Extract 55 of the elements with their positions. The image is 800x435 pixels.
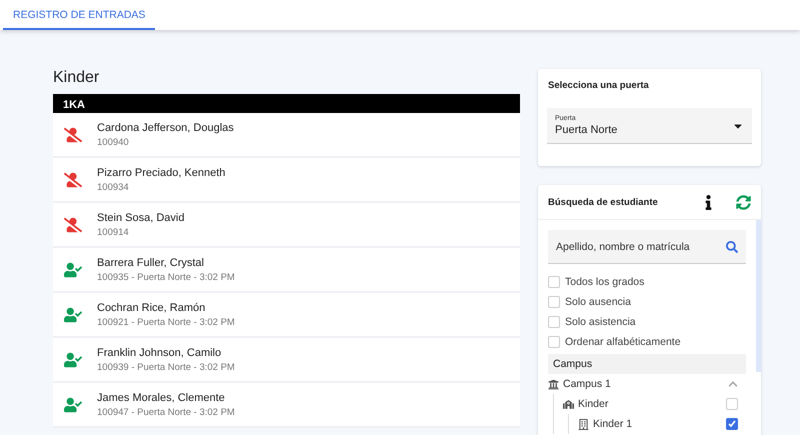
card-title: Selecciona una puerta	[547, 80, 650, 91]
student-detail: 100940	[97, 136, 130, 148]
student-row[interactable]: Stein Sosa, David 100914	[53, 203, 520, 248]
checkbox-label[interactable]: Solo asistencia	[565, 316, 636, 328]
user-check-icon	[64, 260, 82, 278]
user-check-icon	[64, 306, 82, 324]
collapse-icon[interactable]	[728, 379, 738, 389]
tree-item-label[interactable]: Kinder 1	[593, 418, 722, 430]
school-building-icon	[563, 398, 574, 410]
card-title: Búsqueda de estudiante	[548, 196, 659, 208]
student-detail: 100935 - Puerta Norte - 3:02 PM	[97, 272, 235, 282]
student-detail: 100914	[97, 226, 130, 238]
student-name: Stein Sosa, David	[97, 212, 184, 224]
student-name: James Morales, Clemente	[97, 392, 226, 404]
student-row[interactable]: Barrera Fuller, Crystal 100935 - Puerta Norte - 3:02 PM	[53, 248, 520, 293]
section-title: Campus	[548, 354, 746, 374]
checkbox-label[interactable]: Ordenar alfabéticamente	[565, 336, 681, 348]
student-name: Cochran Rice, Ramón	[97, 302, 206, 314]
student-row[interactable]: Franklin Johnson, Camilo 100939 - Puerta Norte - 3:02 PM	[53, 338, 520, 383]
search-field[interactable]: Apellido, nombre o matrícula	[548, 230, 746, 264]
tree-item-label[interactable]: Campus 1	[563, 378, 724, 390]
building-icon	[578, 418, 589, 430]
checkbox[interactable]	[548, 336, 560, 348]
student-row[interactable]: Pizarro Preciado, Kenneth 100934	[53, 158, 520, 203]
checkbox[interactable]	[548, 276, 560, 288]
student-name: Barrera Fuller, Crystal	[97, 256, 205, 268]
user-slash-icon	[64, 170, 82, 188]
tab[interactable]: REGISTRO DE ENTRADAS	[3, 0, 156, 30]
student-detail: 100939 - Puerta Norte - 3:02 PM	[97, 362, 235, 372]
bank-building-icon	[548, 378, 559, 390]
student-row[interactable]: Cochran Rice, Ramón 100921 - Puerta Norte - 3:02 PM	[53, 293, 520, 338]
search-icon[interactable]	[726, 240, 738, 252]
checkbox[interactable]	[726, 418, 738, 430]
checkbox[interactable]	[548, 316, 560, 328]
student-name: Cardona Jefferson, Douglas	[97, 122, 234, 134]
student-detail: 100934	[97, 182, 130, 192]
refresh-icon[interactable]	[736, 194, 751, 210]
checkbox-label[interactable]: Solo ausencia	[565, 296, 631, 308]
student-detail: 100921 - Puerta Norte - 3:02 PM	[97, 316, 235, 328]
checkbox[interactable]	[548, 296, 560, 308]
user-check-icon	[64, 350, 82, 368]
student-row[interactable]: James Morales, Clemente 100947 - Puerta Norte - 3:02 PM	[53, 383, 520, 428]
student-name: Pizarro Preciado, Kenneth	[97, 166, 226, 178]
section-header: 1KA	[53, 94, 520, 113]
checkbox[interactable]	[726, 398, 738, 410]
group-title: Kinder	[53, 69, 100, 88]
student-detail: 100947 - Puerta Norte - 3:02 PM	[97, 406, 235, 418]
user-check-icon	[64, 396, 82, 414]
field-value: Puerta Norte	[555, 124, 618, 136]
checkbox-label[interactable]: Todos los grados	[565, 276, 644, 288]
student-name: Franklin Johnson, Camilo	[97, 346, 222, 358]
student-row[interactable]: Cardona Jefferson, Douglas 100940	[53, 113, 520, 158]
user-slash-icon	[64, 216, 82, 234]
tree-item-label[interactable]: Kinder	[578, 398, 722, 410]
user-slash-icon	[64, 126, 82, 144]
